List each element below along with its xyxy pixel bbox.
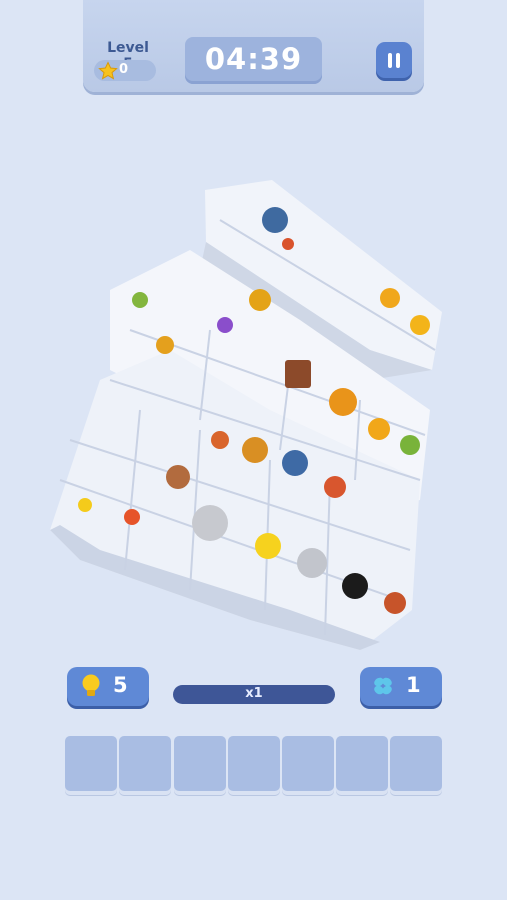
moon-tile-icon-2 [297,548,327,578]
butterfly-tile-icon-3 [78,498,92,512]
hint-count: 5 [113,673,128,697]
tray-slot-2 [119,736,171,791]
moon-tile-icon [192,505,228,541]
leopard-tile-icon-2 [156,336,174,354]
tray-slot-7 [390,736,442,791]
butterfly-tile-icon-2 [255,533,281,559]
tile-cube-board[interactable] [40,180,460,650]
pause-icon [388,53,392,68]
honey-tile-icon [329,388,357,416]
lemon-tile-icon [410,315,430,335]
monkey-tile-icon [166,465,190,489]
combo-multiplier: x1 [245,686,263,701]
globe-tile-icon-2 [282,450,308,476]
star-icon [98,61,118,80]
squirrel-tile-icon [384,592,406,614]
fox-tile-icon [324,476,346,498]
deer-tile-icon [211,431,229,449]
chocolate-tile-icon [285,360,311,388]
lightbulb-icon [82,674,100,696]
tray-slot-4 [228,736,280,791]
tray-slot-6 [336,736,388,791]
key-tile-icon [249,289,271,311]
kiwi-tile-icon [132,292,148,308]
honeycomb-tile-icon [380,288,400,308]
timer: 04:39 [204,42,303,76]
carrot-tile-icon [124,509,140,525]
ladybug-tile-icon [342,573,368,599]
shuffle-count: 1 [406,673,421,697]
tray-slot-1 [65,736,117,791]
pause-button[interactable] [376,42,412,78]
tray-slot-3 [174,736,226,791]
tray-slot-5 [282,736,334,791]
globe-tile-icon [262,207,288,233]
cactus-tile-icon [400,435,420,455]
pause-icon-bar [396,53,400,68]
fan-icon [374,677,392,695]
stars-count: 0 [119,62,129,77]
leopard-tile-icon [242,437,268,463]
butterfly-tile-icon [282,238,294,250]
orange-tile-icon [368,418,390,440]
grapes-tile-icon [217,317,233,333]
